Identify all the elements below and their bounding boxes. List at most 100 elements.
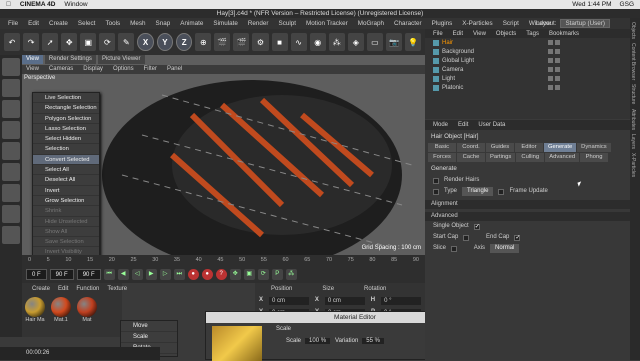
attr-tab-dynamics[interactable]: Dynamics [577,143,611,152]
viewport-menu-panel[interactable]: Panel [167,65,182,74]
menu-item[interactable]: Shrink [33,206,99,217]
menu-item[interactable]: Deselect All [33,175,99,186]
nurbs-icon[interactable]: ◉ [309,33,326,51]
prev-key-icon[interactable]: ◀ [117,269,129,280]
move-icon[interactable]: ✥ [61,33,78,51]
visibility-dot[interactable] [548,76,553,81]
app-menu[interactable]: CINEMA 4D [20,1,56,8]
visibility-dot[interactable] [548,58,553,63]
menu-mesh[interactable]: Mesh [130,20,145,27]
viewport-menu-filter[interactable]: Filter [144,65,157,74]
viewport-menu-cameras[interactable]: Cameras [49,65,73,74]
menu-motion-tracker[interactable]: Motion Tracker [306,20,348,27]
variation-field[interactable]: 55 % [362,338,384,344]
object-row[interactable]: Camera [425,65,630,74]
menu-item[interactable]: Select All [33,165,99,176]
material-swatch[interactable]: Mat [76,297,98,323]
array-icon[interactable]: ⁂ [328,33,345,51]
material-menu-create[interactable]: Create [32,286,50,292]
sidebar-tab[interactable]: X-Particles [630,153,636,177]
render-dot[interactable] [555,67,560,72]
menu-item[interactable]: Convert Selected [33,154,99,166]
workplane-icon[interactable] [2,226,20,244]
material-swatch[interactable]: Hair Ma [24,297,46,323]
floor-icon[interactable]: ▭ [366,33,383,51]
pla-key-icon[interactable]: ⁂ [285,269,297,280]
attr-menu-edit[interactable]: Edit [458,122,468,128]
object-flags[interactable] [548,67,560,72]
alignment-section[interactable]: Alignment [425,200,630,209]
viewport-menu-display[interactable]: Display [83,65,103,74]
points-mode-icon[interactable] [2,121,20,139]
snap-icon[interactable] [2,205,20,223]
viewport-menu-view[interactable]: View [26,65,39,74]
goto-start-icon[interactable]: ⏮ [103,269,115,280]
render-dot[interactable] [555,76,560,81]
material-swatch[interactable]: Mat.1 [50,297,72,323]
render-settings-icon[interactable]: ⚙ [252,33,269,51]
menu-item[interactable]: Grow Selection [33,196,99,207]
attr-menu-user-data[interactable]: User Data [478,122,505,128]
coord-field[interactable]: 0 cm [269,297,309,305]
attr-tab-culling[interactable]: Culling [516,153,545,162]
object-menu-objects[interactable]: Objects [496,31,516,37]
type-dropdown[interactable]: Triangle [462,187,494,196]
object-row[interactable]: Background [425,47,630,56]
next-key-icon[interactable]: ▷ [159,269,171,280]
cube-icon[interactable]: ■ [271,33,288,51]
material-menu-function[interactable]: Function [76,286,99,292]
rot-key-icon[interactable]: ⟳ [257,269,269,280]
viewport-tab-1[interactable]: Render Settings [44,55,96,64]
menu-select[interactable]: Select [78,20,96,27]
object-menu-tags[interactable]: Tags [526,31,539,37]
sidebar-tab[interactable]: Attributes [630,109,636,130]
axis-dropdown[interactable]: Normal [490,244,520,253]
object-menu-view[interactable]: View [473,31,486,37]
menu-item[interactable]: Selection [33,144,99,155]
menu-plugins[interactable]: Plugins [432,20,453,27]
menu-item[interactable]: Polygon Selection [33,114,99,124]
polygons-mode-icon[interactable] [2,163,20,181]
menu-item[interactable]: Hide Unselected [33,217,99,227]
deformer-icon[interactable]: ◈ [347,33,364,51]
attr-tab-cache[interactable]: Cache [457,153,485,162]
attr-tab-partings[interactable]: Partings [486,153,516,162]
menu-item[interactable]: Rectangle Selection [33,103,99,114]
play-icon[interactable]: ▶ [145,269,157,280]
play-backward-icon[interactable]: ◁ [131,269,143,280]
x-axis-button[interactable]: X [137,33,154,51]
slice-checkbox[interactable] [451,245,458,252]
camera-icon[interactable]: 📷 [385,33,402,51]
make-editable-icon[interactable] [2,58,20,76]
menu-character[interactable]: Character [394,20,422,27]
autokey-icon[interactable]: ● [201,269,213,280]
mac-status-0[interactable]: Wed 1:44 PM [572,1,611,8]
goto-end-icon[interactable]: ⏭ [173,269,185,280]
object-menu-file[interactable]: File [433,31,443,37]
menu-item[interactable]: Live Selection [33,93,99,104]
menu-simulate[interactable]: Simulate [213,20,238,27]
end-cap-checkbox[interactable]: ✓ [514,234,520,241]
visibility-dot[interactable] [548,67,553,72]
rotate-icon[interactable]: ⟳ [99,33,116,51]
menu-mograph[interactable]: MoGraph [358,20,384,27]
render-dot[interactable] [555,58,560,63]
end-frame-field[interactable]: 90 F [49,269,74,280]
render-dot[interactable] [555,49,560,54]
coord-system-icon[interactable]: ⊕ [195,33,212,51]
start-cap-checkbox[interactable] [463,234,470,241]
render-dot[interactable] [555,85,560,90]
object-row[interactable]: Hair [425,38,630,47]
y-axis-button[interactable]: Y [156,33,173,51]
menu-tools[interactable]: Tools [105,20,120,27]
advanced-section[interactable]: Advanced [425,212,630,221]
visibility-dot[interactable] [548,85,553,90]
tool-item-scale[interactable]: Scale [121,332,177,343]
viewport-tab-0[interactable]: View [22,55,43,64]
viewport-tab-2[interactable]: Picture Viewer [97,55,145,64]
record-icon[interactable]: ● [187,269,199,280]
menu-snap[interactable]: Snap [156,20,171,27]
viewport-menu-options[interactable]: Options [113,65,134,74]
sidebar-tab[interactable]: Content Browser [630,43,636,80]
attr-tab-guides[interactable]: Guides [486,143,514,152]
